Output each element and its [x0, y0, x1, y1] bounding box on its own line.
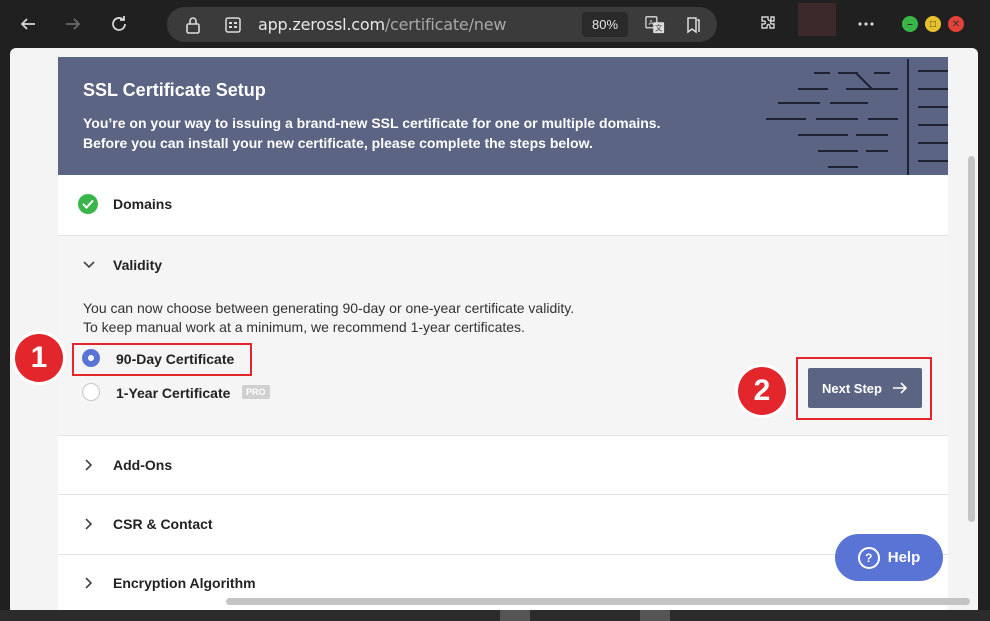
- url-text[interactable]: app.zerossl.com/certificate/new: [258, 15, 506, 34]
- site-info-icon[interactable]: [223, 15, 243, 35]
- taskbar-strip: [0, 610, 990, 621]
- page-viewport: SSL Certificate Setup You’re on your way…: [10, 48, 978, 610]
- step-encryption-label: Encryption Algorithm: [113, 575, 256, 591]
- step-addons[interactable]: Add-Ons: [58, 435, 948, 495]
- hero-desc-line-2: Before you can install your new certific…: [83, 135, 593, 151]
- validity-desc-line-1: You can now choose between generating 90…: [83, 300, 575, 316]
- forward-icon[interactable]: [57, 8, 89, 40]
- annotation-box-1: [72, 343, 252, 376]
- validity-description: You can now choose between generating 90…: [83, 299, 574, 337]
- step-csr-label: CSR & Contact: [113, 516, 213, 532]
- hero-desc-line-1: You’re on your way to issuing a brand-ne…: [83, 115, 661, 131]
- setup-hero: SSL Certificate Setup You’re on your way…: [58, 57, 948, 175]
- setup-card: SSL Certificate Setup You’re on your way…: [58, 57, 948, 610]
- zoom-indicator[interactable]: 80%: [582, 12, 628, 37]
- maximize-icon[interactable]: □: [925, 16, 941, 32]
- question-icon: ?: [857, 546, 880, 569]
- help-button[interactable]: ? Help: [835, 534, 943, 581]
- hero-description: You’re on your way to issuing a brand-ne…: [83, 113, 723, 153]
- lock-icon[interactable]: [183, 15, 203, 35]
- validity-desc-line-2: To keep manual work at a minimum, we rec…: [83, 319, 525, 335]
- step-addons-label: Add-Ons: [113, 457, 173, 473]
- translate-icon[interactable]: A文: [645, 15, 665, 35]
- browser-toolbar: app.zerossl.com/certificate/new 80% A文 –…: [0, 0, 990, 48]
- vertical-scrollbar[interactable]: [968, 156, 975, 522]
- step-csr-contact[interactable]: CSR & Contact: [58, 494, 948, 555]
- svg-text:文: 文: [655, 23, 663, 32]
- more-menu-icon[interactable]: [850, 8, 882, 40]
- step-validity-label[interactable]: Validity: [113, 257, 162, 273]
- chevron-right-icon: [82, 517, 96, 531]
- close-window-icon[interactable]: ✕: [948, 16, 964, 32]
- refresh-icon[interactable]: [103, 8, 135, 40]
- reading-list-icon[interactable]: [683, 15, 703, 35]
- svg-text:A: A: [649, 18, 654, 27]
- chevron-down-icon[interactable]: [82, 258, 96, 272]
- option-1-year-label[interactable]: 1-Year Certificate: [116, 385, 230, 401]
- step-domains[interactable]: Domains: [58, 175, 948, 235]
- radio-1-year[interactable]: [82, 383, 100, 401]
- annotation-badge-2: 2: [738, 367, 786, 415]
- address-bar[interactable]: app.zerossl.com/certificate/new 80% A文: [167, 7, 717, 42]
- annotation-badge-1: 1: [15, 334, 63, 382]
- chevron-right-icon: [82, 576, 96, 590]
- step-domains-label: Domains: [113, 196, 173, 212]
- back-icon[interactable]: [12, 8, 44, 40]
- horizontal-scrollbar[interactable]: [226, 598, 970, 605]
- url-path: /certificate/new: [384, 15, 507, 34]
- annotation-box-2: [796, 357, 932, 420]
- extensions-icon[interactable]: [752, 8, 784, 40]
- profile-avatar[interactable]: [798, 3, 836, 36]
- minimize-icon[interactable]: –: [902, 16, 918, 32]
- pro-badge: PRO: [242, 385, 270, 399]
- check-icon: [78, 194, 98, 214]
- chevron-right-icon: [82, 458, 96, 472]
- page-title: SSL Certificate Setup: [83, 80, 266, 100]
- url-host: app.zerossl.com: [258, 15, 385, 34]
- decorative-lines-icon: [766, 59, 948, 175]
- help-label: Help: [887, 549, 921, 566]
